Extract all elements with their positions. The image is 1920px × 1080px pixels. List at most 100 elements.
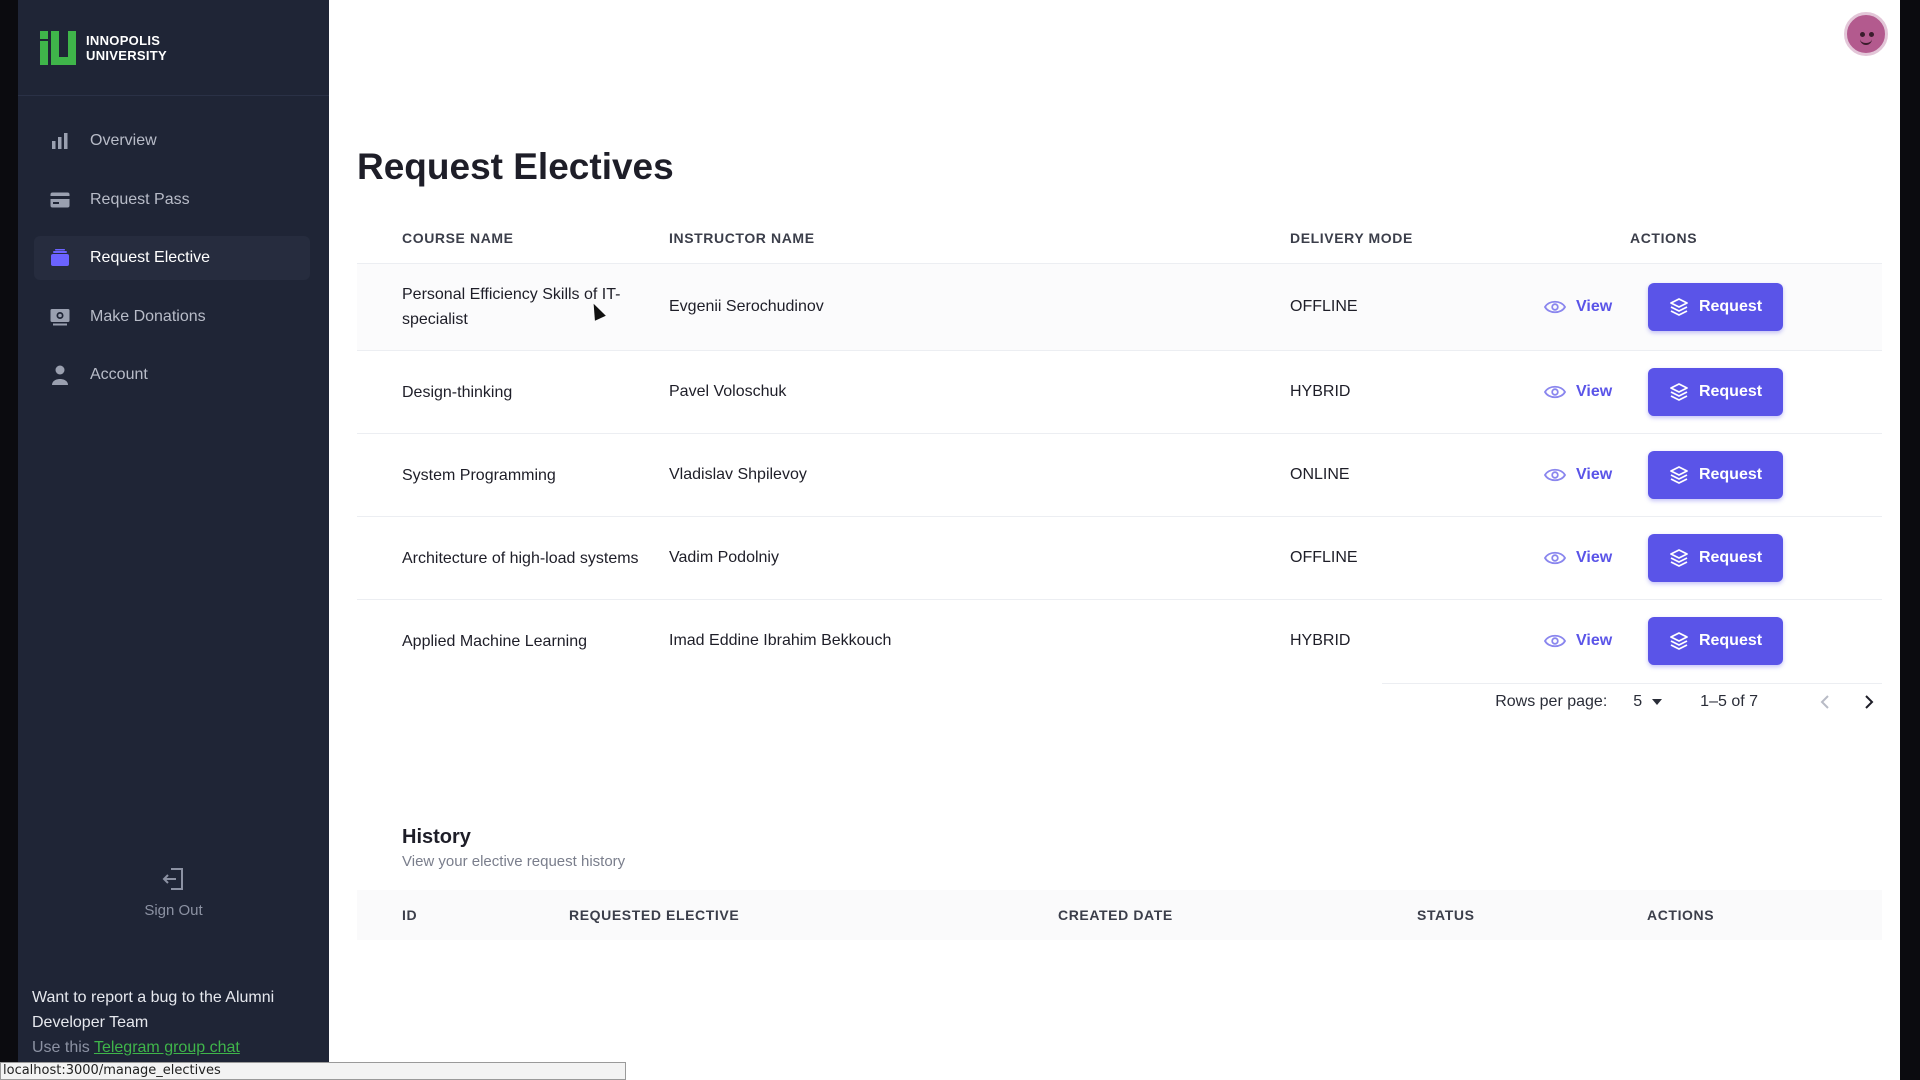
pagination: Rows per page: 5 1–5 of 7 <box>1382 683 1882 719</box>
request-label: Request <box>1698 632 1763 649</box>
delivery-mode: OFFLINE <box>1290 298 1358 315</box>
request-button[interactable]: Request <box>1648 451 1783 499</box>
telegram-chat-link[interactable]: Telegram group chat <box>94 1039 240 1056</box>
view-label: View <box>1576 632 1613 649</box>
card-icon <box>50 190 70 210</box>
bar-chart-icon <box>50 131 70 151</box>
main-content: Request Electives COURSE NAME INSTRUCTOR… <box>329 0 1900 1080</box>
rows-per-page-label: Rows per page: <box>1495 692 1608 710</box>
instructor-name: Vadim Podolniy <box>669 549 779 566</box>
request-label: Request <box>1698 466 1763 483</box>
header-requested-elective: REQUESTED ELECTIVE <box>569 907 740 923</box>
request-button[interactable]: Request <box>1648 617 1783 665</box>
view-button[interactable]: View <box>1544 383 1642 401</box>
request-button[interactable]: Request <box>1648 368 1783 416</box>
sidebar-item-overview[interactable]: Overview <box>34 119 310 163</box>
bug-report-text: Want to report a bug to the Alumni Devel… <box>32 989 275 1031</box>
header-delivery-mode: DELIVERY MODE <box>1290 230 1413 246</box>
sign-out-icon <box>161 866 187 892</box>
instructor-name: Pavel Voloschuk <box>669 383 787 400</box>
row-actions: View Request <box>1530 368 1882 416</box>
sidebar-item-label: Make Donations <box>90 307 206 325</box>
request-label: Request <box>1698 549 1763 566</box>
sidebar-item-label: Overview <box>90 132 157 149</box>
avatar-eye-right <box>1869 32 1874 37</box>
sidebar-item-label: Request Elective <box>90 249 211 266</box>
table-header: COURSE NAME INSTRUCTOR NAME DELIVERY MOD… <box>357 213 1882 263</box>
logo-line-2: UNIVERSITY <box>86 47 168 63</box>
previous-page-button[interactable] <box>1812 689 1838 715</box>
sign-out-button[interactable]: Sign Out <box>18 866 329 919</box>
bug-report-note: Want to report a bug to the Alumni Devel… <box>32 985 312 1060</box>
header-created-date: CREATED DATE <box>1058 907 1173 923</box>
row-actions: View Request <box>1530 451 1882 499</box>
sidebar-item-label: Request Pass <box>90 190 190 208</box>
instructor-name: Imad Eddine Ibrahim Bekkouch <box>669 632 892 649</box>
row-actions: View Request <box>1530 534 1882 582</box>
donation-icon <box>50 307 70 327</box>
delivery-mode: ONLINE <box>1290 466 1350 483</box>
app-window: INNOPOLIS UNIVERSITY Overview Request Pa… <box>18 0 1900 1080</box>
view-label: View <box>1576 549 1613 566</box>
sidebar-item-make-donations[interactable]: Make Donations <box>34 295 310 339</box>
row-actions: View Request <box>1530 617 1882 665</box>
header-actions: ACTIONS <box>1647 907 1715 923</box>
table-row: Applied Machine Learning Imad Eddine Ibr… <box>357 599 1882 682</box>
view-button[interactable]: View <box>1544 466 1642 484</box>
row-actions: View Request <box>1530 283 1882 331</box>
university-logo[interactable]: INNOPOLIS UNIVERSITY <box>18 0 329 96</box>
table-row: Design-thinking Pavel Voloschuk HYBRID V… <box>357 350 1882 433</box>
caret-down-icon <box>1652 698 1663 705</box>
bug-report-prefix: Use this <box>32 1039 90 1056</box>
course-name: Architecture of high-load systems <box>402 549 639 567</box>
header-course-name: COURSE NAME <box>402 230 514 246</box>
person-icon <box>50 365 70 385</box>
delivery-mode: OFFLINE <box>1290 549 1358 566</box>
view-label: View <box>1576 466 1613 483</box>
stack-icon <box>1670 298 1688 316</box>
page-range: 1–5 of 7 <box>1700 692 1758 710</box>
view-label: View <box>1576 298 1613 315</box>
sidebar-item-request-elective[interactable]: Request Elective <box>34 236 310 280</box>
view-button[interactable]: View <box>1544 632 1642 650</box>
delivery-mode: HYBRID <box>1290 383 1351 400</box>
chevron-right-icon <box>1865 694 1874 709</box>
eye-icon <box>1544 468 1566 482</box>
stack-icon <box>1670 466 1688 484</box>
logo-line-1: INNOPOLIS <box>86 32 161 48</box>
sign-out-label: Sign Out <box>144 902 203 919</box>
instructor-name: Vladislav Shpilevoy <box>669 466 807 483</box>
instructor-name: Evgenii Serochudinov <box>669 298 824 315</box>
sidebar-item-request-pass[interactable]: Request Pass <box>34 178 310 222</box>
history-title: History <box>402 826 471 848</box>
avatar-mouth <box>1860 39 1872 45</box>
next-page-button[interactable] <box>1856 689 1882 715</box>
request-label: Request <box>1698 298 1763 315</box>
course-name: Design-thinking <box>402 383 513 401</box>
header-id: ID <box>402 907 418 923</box>
logo-icon <box>40 30 76 65</box>
chevron-left-icon <box>1820 694 1829 709</box>
sidebar-item-account[interactable]: Account <box>34 353 310 397</box>
sidebar-item-label: Account <box>90 366 148 383</box>
page-title: Request Electives <box>357 146 674 187</box>
eye-icon <box>1544 551 1566 565</box>
browser-status-bar: localhost:3000/manage_electives <box>0 1062 626 1080</box>
header-status: STATUS <box>1417 907 1475 923</box>
eye-icon <box>1544 385 1566 399</box>
avatar[interactable] <box>1844 12 1888 56</box>
view-label: View <box>1576 383 1613 400</box>
eye-icon <box>1544 300 1566 314</box>
view-button[interactable]: View <box>1544 549 1642 567</box>
sidebar-nav: Overview Request Pass Request Elective M… <box>34 119 310 412</box>
history-section: History View your elective request histo… <box>357 826 1882 940</box>
table-row: Architecture of high-load systems Vadim … <box>357 516 1882 599</box>
stack-icon <box>1670 549 1688 567</box>
view-button[interactable]: View <box>1544 298 1642 316</box>
request-button[interactable]: Request <box>1648 534 1783 582</box>
history-table-header: ID REQUESTED ELECTIVE CREATED DATE STATU… <box>357 890 1882 940</box>
rows-per-page-select[interactable]: 5 <box>1633 692 1663 711</box>
request-button[interactable]: Request <box>1648 283 1783 331</box>
table-row: Personal Efficiency Skills of IT-special… <box>357 263 1882 350</box>
rows-per-page-value: 5 <box>1633 692 1643 710</box>
